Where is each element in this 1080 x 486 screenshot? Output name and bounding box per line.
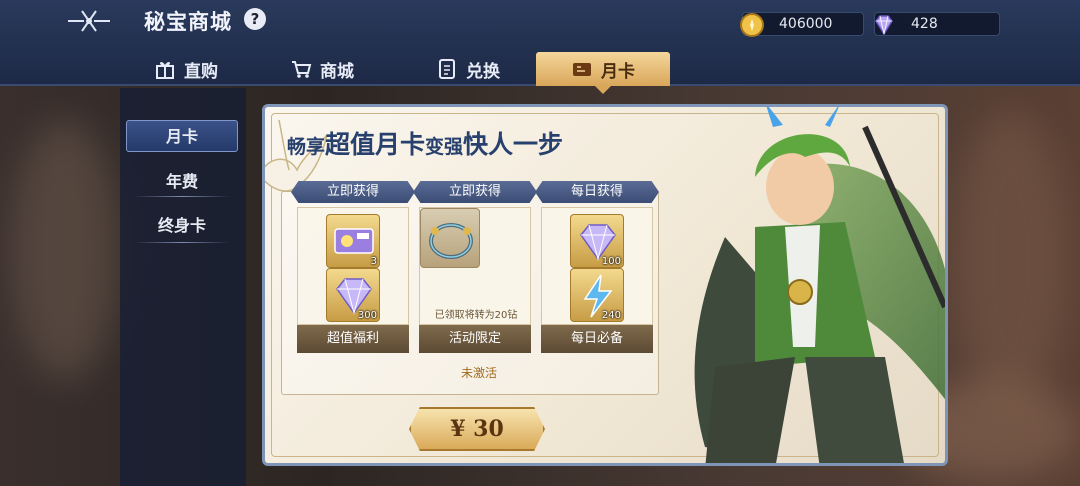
item-quantity: 3 (370, 256, 377, 267)
help-icon[interactable]: ? (244, 8, 266, 30)
gem-amount: 428 (911, 16, 938, 32)
group-body: 100 240 (541, 207, 653, 325)
headline: 畅享超值月卡变强快人一步 (287, 125, 563, 161)
activation-status: 未激活 (461, 366, 498, 380)
sidebar-item-annual[interactable]: 年费 (126, 166, 238, 198)
buy-button[interactable]: ¥ 30 (409, 407, 545, 451)
diamond-icon (875, 15, 893, 36)
bracelet-icon (429, 223, 473, 259)
group-footer: 活动限定 (419, 325, 531, 353)
item-note: 已领取将转为20钻 (434, 310, 518, 321)
reward-group-daily: 每日获得 100 240 每日必备 (535, 181, 659, 353)
group-body: 3 300 (297, 207, 409, 325)
hero-character-illustration (694, 107, 945, 463)
group-header: 立即获得 (413, 181, 537, 203)
monthly-card-panel: 畅享超值月卡变强快人一步 立即获得 3 300 超值福利 立即获得 已领取将转为… (262, 104, 948, 466)
item-quantity: 240 (601, 310, 621, 321)
top-bar: 秘宝商城 ? 406000 428 直购 商城 兑换 月卡 (0, 0, 1080, 94)
tab-label: 直购 (184, 61, 218, 82)
headline-emphasis: 快人一步 (463, 130, 564, 159)
tab-label: 月卡 (601, 61, 635, 82)
group-header: 每日获得 (535, 181, 659, 203)
reward-item[interactable]: 240 (570, 268, 624, 322)
reward-item[interactable] (420, 208, 480, 268)
gold-coin-icon (740, 13, 764, 37)
tab-exchange[interactable]: 兑换 (436, 52, 536, 86)
exchange-icon (439, 59, 455, 79)
card-icon (573, 63, 591, 76)
tab-direct-purchase[interactable]: 直购 (154, 52, 254, 86)
gift-icon (156, 62, 174, 79)
page-title: 秘宝商城 (144, 10, 232, 34)
reward-item[interactable]: 3 (326, 214, 380, 268)
sword-emblem-icon[interactable] (64, 6, 114, 36)
headline-part: 畅享 (287, 136, 326, 158)
tab-label: 兑换 (466, 61, 500, 82)
reward-item[interactable]: 300 (326, 268, 380, 322)
divider (134, 242, 230, 243)
reward-item[interactable]: 100 (570, 214, 624, 268)
sidebar-item-monthly-card[interactable]: 月卡 (126, 120, 238, 152)
sidebar-item-lifetime-card[interactable]: 终身卡 (126, 210, 238, 242)
headline-part: 变强 (425, 136, 464, 158)
group-footer: 超值福利 (297, 325, 409, 353)
gem-currency: 428 (874, 12, 1000, 36)
tab-shop[interactable]: 商城 (290, 52, 390, 86)
cart-icon (292, 61, 312, 78)
reward-group-instant-bonus: 立即获得 3 300 超值福利 (291, 181, 415, 353)
gold-currency: 406000 (740, 12, 864, 37)
gold-amount: 406000 (779, 16, 833, 32)
item-quantity: 100 (601, 256, 621, 267)
background-blur (10, 120, 120, 380)
group-footer: 每日必备 (541, 325, 653, 353)
tab-label: 商城 (320, 61, 354, 82)
headline-emphasis: 超值月卡 (325, 130, 426, 159)
tab-monthly-card[interactable]: 月卡 (536, 52, 670, 94)
sidebar: 月卡 年费 终身卡 (120, 88, 246, 486)
item-quantity: 300 (357, 310, 377, 321)
group-header: 立即获得 (291, 181, 415, 203)
reward-group-event-limited: 立即获得 已领取将转为20钻 活动限定 (413, 181, 537, 353)
background-blur (950, 110, 1070, 410)
group-body: 已领取将转为20钻 (419, 207, 531, 325)
divider (134, 196, 230, 197)
